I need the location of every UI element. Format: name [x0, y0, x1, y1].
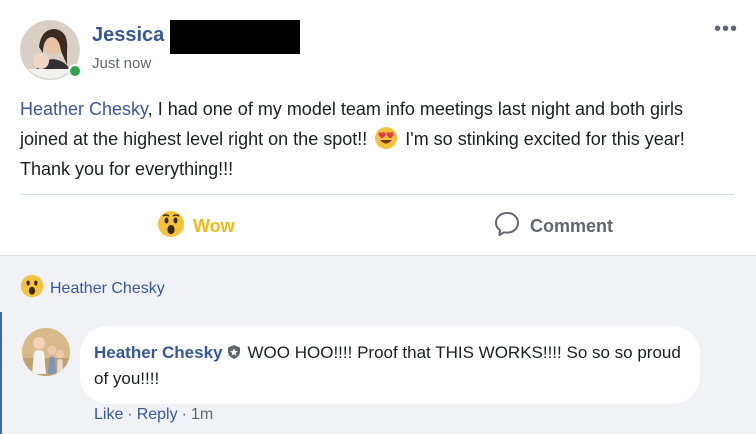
online-status-dot — [68, 64, 82, 78]
separator-dot: · — [127, 406, 133, 423]
reactions-summary[interactable]: Heather Chesky — [20, 274, 165, 303]
comment-label: Comment — [530, 215, 614, 236]
comments-section: Heather Chesky WOO HOO!!!! Proof that TH… — [0, 312, 756, 434]
reactor-name[interactable]: Heather Chesky — [50, 280, 165, 298]
heart-eyes-emoji-icon — [374, 126, 398, 150]
comment-actions: Like · Reply · 1m — [94, 406, 213, 424]
wow-label: Wow — [193, 215, 235, 236]
separator-dot: · — [181, 406, 187, 423]
commenter-avatar[interactable] — [22, 328, 70, 376]
comment-bubble-icon — [494, 211, 520, 242]
post-timestamp[interactable]: Just now — [92, 55, 151, 72]
wow-emoji-icon — [157, 210, 185, 243]
wow-emoji-icon — [20, 274, 44, 303]
post-body: Heather Chesky, I had one of my model te… — [20, 94, 732, 184]
more-options-button[interactable]: ••• — [714, 19, 738, 39]
comment-reply-link[interactable]: Reply — [137, 406, 178, 423]
post-divider — [20, 194, 734, 195]
post-card: Jessica Just now ••• Heather Chesky, I h… — [0, 0, 756, 256]
post-author-name[interactable]: Jessica — [92, 24, 164, 47]
author-avatar-wrap[interactable] — [20, 20, 82, 80]
post-mention-link[interactable]: Heather Chesky — [20, 99, 148, 119]
wow-reaction-button[interactable]: Wow — [157, 210, 235, 242]
comment-bubble: Heather Chesky WOO HOO!!!! Proof that TH… — [80, 326, 700, 404]
comment-button[interactable]: Comment — [494, 210, 613, 242]
comment-author-name[interactable]: Heather Chesky — [94, 343, 223, 362]
redacted-surname — [170, 20, 300, 54]
comment-time[interactable]: 1m — [191, 406, 213, 423]
comment-like-link[interactable]: Like — [94, 406, 123, 423]
shield-badge-icon — [226, 342, 242, 359]
